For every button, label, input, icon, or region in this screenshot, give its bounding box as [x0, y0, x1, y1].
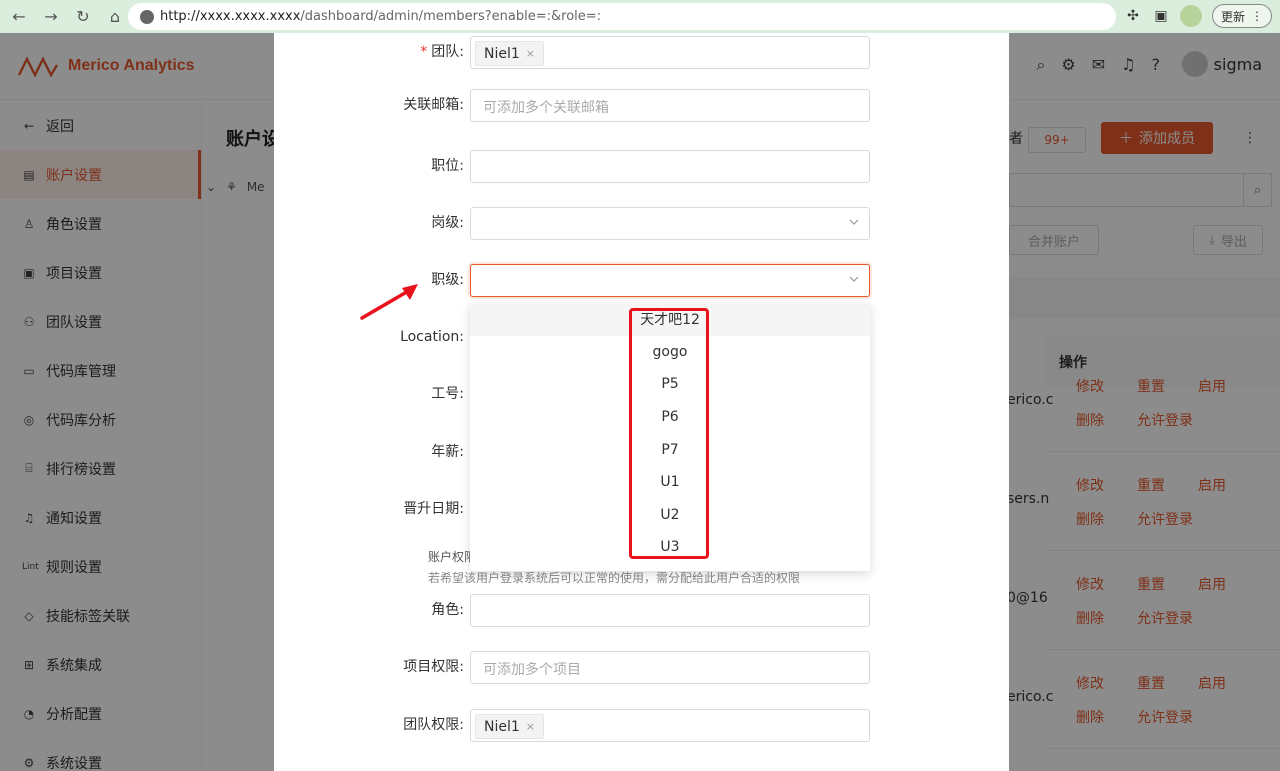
project-perm-placeholder: 可添加多个项目 — [483, 662, 581, 678]
annotation-arrow-icon — [360, 284, 418, 320]
kebab-icon: ⋮ — [1251, 9, 1263, 23]
permission-note: 若希望该用户登录系统后可以正常的使用，需分配给此用户合适的权限 — [428, 571, 801, 585]
location-label: Location: — [400, 329, 464, 345]
home-icon[interactable]: ⌂ — [102, 4, 128, 30]
team-perm-label: 团队权限: — [403, 717, 464, 733]
project-perm-label: 项目权限: — [403, 659, 464, 675]
update-label: 更新 — [1220, 9, 1245, 24]
extensions-icon[interactable]: ✣ — [1124, 7, 1142, 25]
team-perm-select[interactable]: Niel1 × — [470, 709, 870, 742]
rank-select[interactable] — [470, 264, 870, 297]
close-icon[interactable]: × — [526, 47, 535, 60]
required-mark: * — [420, 44, 428, 60]
update-button[interactable]: 更新 ⋮ — [1211, 4, 1272, 28]
profile-avatar[interactable] — [1179, 5, 1202, 27]
rank-label: 职级: — [431, 272, 464, 288]
position-input[interactable] — [470, 150, 870, 183]
post-level-label: 岗级: — [431, 215, 464, 231]
team-perm-field: 团队权限: Niel1 × — [274, 709, 1009, 742]
permission-section-title: 账户权限 — [428, 550, 477, 564]
team-tag-label: Niel1 — [484, 45, 520, 62]
url-host: http://xxxx.xxxx.xxxx — [160, 9, 301, 24]
position-field: 职位: — [274, 150, 1009, 183]
position-label: 职位: — [431, 158, 464, 174]
forward-arrow-icon[interactable]: → — [38, 4, 64, 30]
emails-field: 关联邮箱: 可添加多个关联邮箱 — [274, 89, 1009, 122]
close-icon[interactable]: × — [526, 720, 535, 733]
chevron-down-icon — [849, 276, 859, 282]
project-perm-input[interactable]: 可添加多个项目 — [470, 651, 870, 684]
emails-input[interactable]: 可添加多个关联邮箱 — [470, 89, 870, 122]
promotion-date-label: 晋升日期: — [403, 501, 464, 517]
employee-id-label: 工号: — [431, 386, 464, 402]
team-field: * 团队: Niel1 × — [274, 36, 1009, 69]
team-select[interactable]: Niel1 × — [470, 36, 870, 69]
emails-placeholder: 可添加多个关联邮箱 — [483, 100, 609, 116]
post-level-select[interactable] — [470, 207, 870, 240]
team-perm-tag-label: Niel1 — [484, 718, 520, 735]
project-perm-field: 项目权限: 可添加多个项目 — [274, 651, 1009, 684]
url-path: /dashboard/admin/members?enable=:&role=: — [300, 9, 602, 24]
role-label: 角色: — [431, 602, 464, 618]
team-label: * 团队: — [420, 44, 464, 60]
side-panel-icon[interactable]: ▣ — [1152, 7, 1170, 25]
browser-toolbar: ← → ↻ ⌂ http://xxxx.xxxx.xxxx/dashboard/… — [0, 0, 1280, 33]
emails-label: 关联邮箱: — [403, 97, 464, 113]
salary-label: 年薪: — [431, 444, 464, 460]
address-bar[interactable]: http://xxxx.xxxx.xxxx/dashboard/admin/me… — [128, 3, 1116, 30]
chevron-down-icon — [849, 219, 859, 225]
role-select[interactable] — [470, 594, 870, 627]
post-level-field: 岗级: — [274, 207, 1009, 240]
team-tag: Niel1 × — [475, 41, 544, 66]
site-info-icon[interactable] — [140, 9, 154, 24]
back-arrow-icon[interactable]: ← — [6, 4, 32, 30]
role-field: 角色: — [274, 594, 1009, 627]
reload-icon[interactable]: ↻ — [70, 4, 96, 30]
team-perm-tag: Niel1 × — [475, 714, 544, 739]
annotation-highlight-box — [629, 308, 709, 559]
